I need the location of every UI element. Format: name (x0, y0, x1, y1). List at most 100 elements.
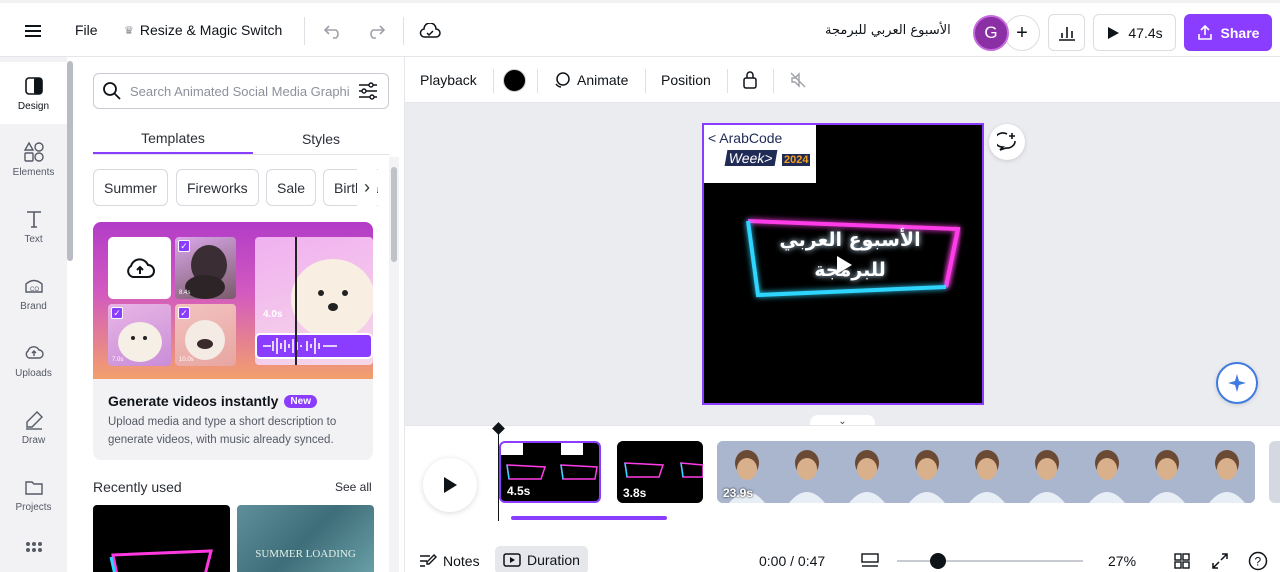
clip-filmstrip (717, 441, 1255, 503)
mute-icon[interactable] (789, 57, 807, 103)
cloud-upload-icon (126, 258, 155, 278)
redo-icon[interactable] (360, 15, 392, 47)
promo-title: Generate videos instantly (108, 393, 279, 409)
notes-button[interactable]: Notes (419, 548, 480, 572)
category-chips: Summer Fireworks Sale Birthday (93, 169, 378, 207)
page-view-icon[interactable] (861, 548, 879, 572)
search-input[interactable] (130, 83, 350, 99)
play-icon[interactable] (828, 249, 860, 281)
checkbox-icon: ✓ (111, 307, 123, 319)
comment-plus-icon (997, 132, 1016, 151)
design-title[interactable]: الأسبوع العربي للبرمجة (825, 3, 951, 57)
playhead-handle[interactable] (492, 422, 505, 435)
text-icon (26, 210, 41, 228)
apps-icon (25, 541, 42, 552)
resize-magic-switch-button[interactable]: ♛ Resize & Magic Switch (124, 3, 282, 57)
rail-item-apps[interactable] (0, 527, 67, 572)
big-dog-preview: 4.0s (255, 237, 373, 365)
rail-item-text[interactable]: Text (0, 195, 67, 257)
timeline-clip-partial[interactable] (1269, 441, 1280, 503)
big-duration: 4.0s (263, 309, 283, 320)
notes-icon (420, 554, 437, 567)
context-toolbar: Playback Animate Position (405, 57, 1280, 103)
checkbox-icon: ✓ (178, 240, 190, 252)
lock-icon[interactable] (741, 57, 759, 103)
chip-summer[interactable]: Summer (93, 169, 168, 206)
playback-button[interactable]: Playback (420, 57, 477, 103)
scrub-line (295, 237, 297, 365)
canva-editor: File ♛ Resize & Magic Switch الأسبوع الع… (0, 0, 1280, 572)
add-collaborator-button[interactable]: + (1004, 15, 1040, 51)
recent-template-summer[interactable]: SUMMER LOADING (237, 505, 374, 572)
svg-text:?: ? (1255, 555, 1262, 569)
zoom-slider-handle[interactable] (929, 553, 946, 569)
preview-play-button[interactable]: 47.4s (1093, 14, 1176, 51)
filter-icon[interactable] (358, 82, 378, 100)
bottom-bar: Notes Duration 0:00 / 0:47 27% ? (405, 540, 1280, 572)
magic-assistant-button[interactable] (1216, 362, 1258, 404)
see-all-link[interactable]: See all (335, 480, 372, 494)
share-button[interactable]: Share (1184, 14, 1272, 51)
rail-scrollbar[interactable] (67, 61, 73, 261)
insights-button[interactable] (1048, 14, 1085, 51)
rail-item-draw[interactable]: Draw (0, 396, 67, 458)
design-icon (24, 76, 43, 95)
design-page[interactable]: < ArabCode Week> 2024 الأسبوع العربي للب… (702, 123, 984, 405)
rail-item-uploads[interactable]: Uploads (0, 329, 67, 391)
svg-text:CO: CO (30, 287, 39, 293)
timeline-clip[interactable]: 4.5s (499, 441, 601, 503)
chip-fireworks[interactable]: Fireworks (176, 169, 259, 206)
animate-button[interactable]: Animate (553, 57, 628, 103)
promo-illustration: ✓ 8.4s ✓ 7.0s ✓ 10.0s 4.0s (93, 222, 373, 379)
zoom-slider-track[interactable] (897, 560, 1083, 562)
fullscreen-icon[interactable] (1211, 548, 1229, 572)
projects-icon (24, 480, 43, 495)
timeline-play-button[interactable] (423, 458, 477, 512)
timeline-icon (503, 553, 521, 567)
search-box[interactable] (93, 73, 389, 109)
generate-videos-card[interactable]: ✓ 8.4s ✓ 7.0s ✓ 10.0s 4.0s Generate vide… (93, 222, 373, 460)
rail-label: Uploads (15, 367, 52, 379)
undo-icon[interactable] (317, 15, 349, 47)
playback-progress-bar (511, 516, 667, 520)
poodle-thumb: ✓ 8.4s (175, 237, 236, 299)
brand-icon: CO (24, 279, 43, 293)
duration-button[interactable]: Duration (495, 546, 588, 572)
hamburger-icon[interactable] (17, 15, 49, 47)
play-icon (1108, 26, 1120, 39)
add-comment-button[interactable] (989, 124, 1025, 160)
rail-item-brand[interactable]: CO Brand (0, 262, 67, 324)
chevron-right-icon[interactable]: › (357, 169, 377, 206)
tab-templates[interactable]: Templates (93, 123, 253, 154)
rail-label: Elements (12, 166, 55, 178)
position-button[interactable]: Position (661, 57, 711, 103)
tab-styles[interactable]: Styles (241, 123, 401, 154)
timeline-clip[interactable]: 23.9s (717, 441, 1255, 503)
panel-scrollbar[interactable] (389, 157, 399, 572)
zoom-percent[interactable]: 27% (1108, 548, 1136, 572)
timeline-clip[interactable]: 3.8s (617, 441, 703, 503)
grid-view-icon[interactable] (1173, 548, 1191, 572)
audio-waveform (255, 333, 373, 359)
duration-label: 47.4s (1128, 24, 1163, 41)
cloud-saved-icon[interactable] (414, 15, 446, 47)
help-icon[interactable]: ? (1248, 548, 1268, 572)
side-panel: Templates Styles Summer Fireworks Sale B… (67, 57, 405, 572)
promo-description: Upload media and type a short descriptio… (108, 416, 337, 446)
uploads-icon (25, 345, 44, 359)
timeline: 4.5s 3.8s 23.9s (405, 422, 1280, 540)
rail-item-elements[interactable]: Elements (0, 128, 67, 190)
upload-icon (1197, 24, 1212, 40)
avatar[interactable]: G (973, 15, 1009, 51)
sparkle-icon (1228, 374, 1246, 392)
crown-icon: ♛ (124, 24, 134, 37)
rail-item-design[interactable]: Design (0, 62, 67, 124)
panel-tabs: Templates Styles (93, 123, 389, 155)
upload-tile (108, 237, 171, 299)
recent-template-neon[interactable] (93, 505, 230, 572)
rail-item-projects[interactable]: Projects (0, 463, 67, 525)
color-swatch-button[interactable] (503, 57, 526, 103)
file-menu[interactable]: File (75, 3, 98, 57)
new-badge: New (284, 394, 317, 408)
chip-sale[interactable]: Sale (266, 169, 317, 206)
